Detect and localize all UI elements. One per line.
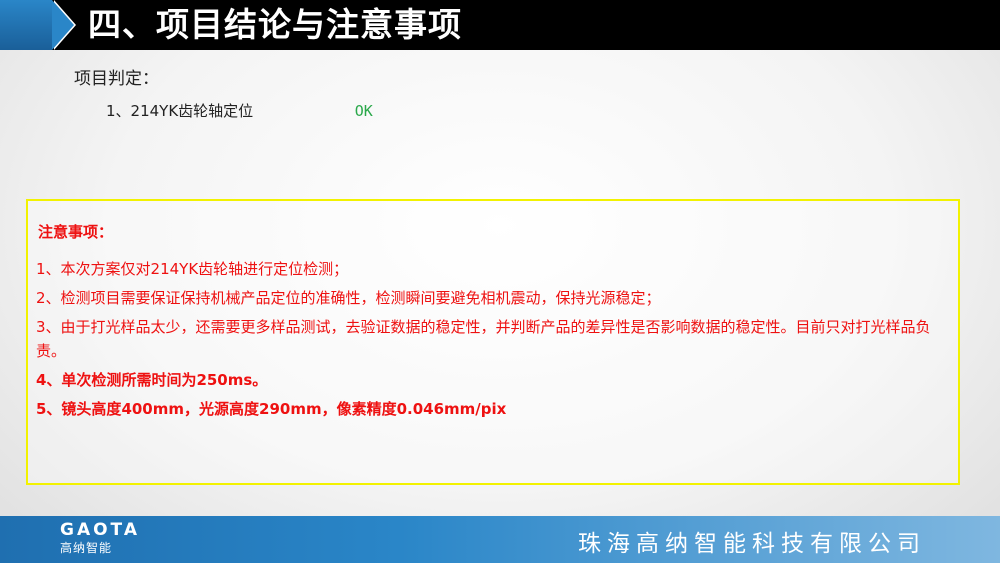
notice-item: 4、单次检测所需时间为250ms。 [36, 371, 268, 389]
notice-item: 3、由于打光样品太少，还需要更多样品测试，去验证数据的稳定性，并判断产品的差异性… [36, 318, 931, 360]
verdict-label: 项目判定： [74, 69, 159, 89]
notice-title: 注意事项： [38, 223, 114, 241]
page-title: 四、项目结论与注意事项 [88, 5, 462, 44]
title-chevron-blue [52, 0, 74, 50]
notice-item: 1、本次方案仅对214YK齿轮轴进行定位检测； [36, 260, 349, 278]
logo-text-cn: 高纳智能 [60, 541, 113, 555]
title-bar: 四、项目结论与注意事项 [0, 0, 1000, 50]
company-logo: GAOTA 高纳智能 [60, 520, 140, 556]
verdict-item-result: OK [354, 102, 373, 120]
verdict-item-name: 1、214YK齿轮轴定位 [106, 102, 254, 120]
footer-bar: GAOTA 高纳智能 珠海高纳智能科技有限公司 [0, 516, 1000, 563]
title-accent-block [0, 0, 52, 50]
notice-item: 5、镜头高度400mm，光源高度290mm，像素精度0.046mm/pix [36, 400, 507, 418]
verdict-item: 1、214YK齿轮轴定位 OK [106, 100, 373, 121]
company-name: 珠海高纳智能科技有限公司 [578, 531, 926, 557]
notice-item: 2、检测项目需要保证保持机械产品定位的准确性，检测瞬间要避免相机震动，保持光源稳… [36, 289, 661, 307]
logo-text-en: GAOTA [60, 520, 140, 540]
notice-box: 注意事项： 1、本次方案仅对214YK齿轮轴进行定位检测； 2、检测项目需要保证… [26, 199, 960, 485]
notice-list: 1、本次方案仅对214YK齿轮轴进行定位检测； 2、检测项目需要保证保持机械产品… [36, 257, 946, 426]
